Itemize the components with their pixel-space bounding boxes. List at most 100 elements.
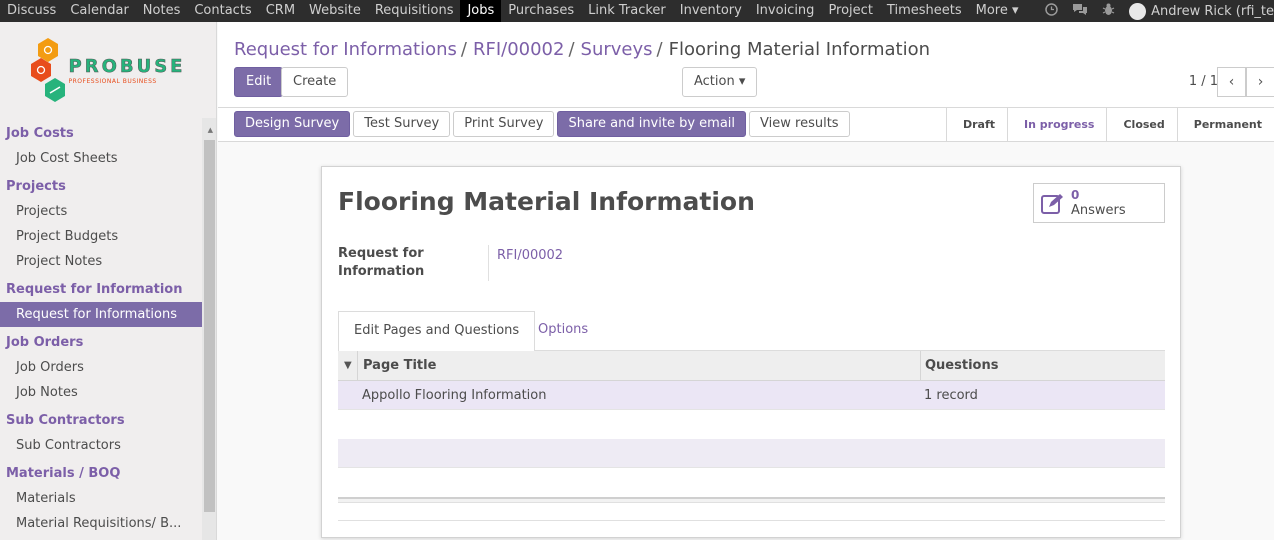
form-sheet: Flooring Material Information 0 Answers … xyxy=(321,166,1181,538)
user-name: Andrew Rick (rfi_te xyxy=(1151,3,1274,19)
breadcrumb-separator: / xyxy=(460,39,467,60)
stage-closed[interactable]: Closed xyxy=(1106,108,1176,141)
sidebar-section-projects: Projects xyxy=(6,179,66,194)
menu-purchases[interactable]: Purchases xyxy=(501,0,581,22)
menu-contacts[interactable]: Contacts xyxy=(187,0,258,22)
pager-buttons: ‹ › xyxy=(1217,67,1274,97)
menu-notes[interactable]: Notes xyxy=(136,0,188,22)
user-menu[interactable]: Andrew Rick (rfi_te xyxy=(1129,2,1274,20)
menu-invoicing[interactable]: Invoicing xyxy=(749,0,822,22)
survey-actions: Design Survey Test Survey Print Survey S… xyxy=(234,111,850,137)
breadcrumb-separator: / xyxy=(656,39,663,60)
column-header-page-title[interactable]: Page Title xyxy=(363,351,436,380)
tab-edit-pages-questions[interactable]: Edit Pages and Questions xyxy=(338,311,536,352)
caret-down-icon: ▼ xyxy=(344,360,352,371)
sidebar-section-sub-contractors: Sub Contractors xyxy=(6,413,125,428)
menu-jobs[interactable]: Jobs xyxy=(460,0,502,22)
survey-title: Flooring Material Information xyxy=(338,187,755,216)
menu-timesheets[interactable]: Timesheets xyxy=(880,0,969,22)
menu-more-label: More xyxy=(975,3,1008,18)
chat-icon[interactable] xyxy=(1072,3,1088,19)
stage-bar: Draft In progress Closed Permanent xyxy=(945,108,1274,141)
clock-icon[interactable] xyxy=(1045,3,1058,19)
breadcrumb-rfi-record[interactable]: RFI/00002 xyxy=(473,39,565,60)
table-row-empty xyxy=(338,439,1165,468)
stage-in-progress[interactable]: In progress xyxy=(1007,108,1106,141)
sidebar-item-request-for-informations[interactable]: Request for Informations xyxy=(0,302,202,327)
chevron-down-icon: ▾ xyxy=(1012,3,1019,18)
menu-crm[interactable]: CRM xyxy=(259,0,302,22)
rfi-field-value[interactable]: RFI/00002 xyxy=(497,248,563,263)
sidebar-item-projects[interactable]: Projects xyxy=(0,199,216,224)
menu-more[interactable]: More ▾ xyxy=(969,0,1026,22)
sidebar-section-materials-boq: Materials / BOQ xyxy=(6,466,121,481)
menu-calendar[interactable]: Calendar xyxy=(63,0,135,22)
sidebar-section-job-orders: Job Orders xyxy=(6,335,84,350)
sidebar: PROBUSE PROFESSIONAL BUSINESS Job Costs … xyxy=(0,22,217,540)
edit-button[interactable]: Edit xyxy=(234,67,284,97)
menu-website[interactable]: Website xyxy=(302,0,368,22)
avatar xyxy=(1129,2,1147,20)
rfi-field-label: Request for Information xyxy=(338,246,425,279)
answers-stat-button[interactable]: 0 Answers xyxy=(1033,183,1165,223)
sidebar-item-material-requisitions[interactable]: Material Requisitions/ B... xyxy=(0,511,216,536)
answers-label: Answers xyxy=(1071,203,1126,218)
design-survey-button[interactable]: Design Survey xyxy=(234,111,351,137)
column-header-questions[interactable]: Questions xyxy=(925,351,998,380)
sidebar-item-sub-contractors[interactable]: Sub Contractors xyxy=(0,433,216,458)
chevron-down-icon: ▾ xyxy=(738,74,746,89)
stage-draft[interactable]: Draft xyxy=(945,108,1007,141)
table-end-line xyxy=(338,520,1165,521)
sidebar-item-project-budgets[interactable]: Project Budgets xyxy=(0,224,216,249)
pages-table: ▼ Page Title Questions Appollo Flooring … xyxy=(338,351,1165,521)
breadcrumb-surveys[interactable]: Surveys xyxy=(581,39,653,60)
logo-mark-icon xyxy=(30,38,65,102)
company-logo: PROBUSE PROFESSIONAL BUSINESS xyxy=(0,22,216,118)
table-header: ▼ Page Title Questions xyxy=(338,351,1165,381)
answers-count: 0 xyxy=(1071,188,1080,202)
breadcrumb-current: Flooring Material Information xyxy=(668,39,931,60)
stage-permanent[interactable]: Permanent xyxy=(1176,108,1274,141)
edit-icon xyxy=(1041,193,1065,215)
action-dropdown[interactable]: Action ▾ xyxy=(682,67,758,97)
top-navbar: Discuss Calendar Notes Contacts CRM Webs… xyxy=(0,0,1274,22)
bug-icon[interactable] xyxy=(1102,3,1115,19)
pager-value: 1 / 1 xyxy=(1188,74,1218,89)
cell-page-title: Appollo Flooring Information xyxy=(362,388,547,403)
breadcrumb: Request for Informations / RFI/00002/Surve… xyxy=(234,39,930,60)
breadcrumb-separator: / xyxy=(568,39,575,60)
notebook-tabs: Edit Pages and Questions Options xyxy=(338,311,1165,352)
control-panel: Request for Informations / RFI/00002/Surve… xyxy=(218,22,1274,108)
systray: Andrew Rick (rfi_te xyxy=(1045,0,1274,22)
menu-project[interactable]: Project xyxy=(821,0,879,22)
scroll-up-arrow-icon[interactable]: ▲ xyxy=(208,126,213,134)
sidebar-item-project-notes[interactable]: Project Notes xyxy=(0,249,216,274)
tab-options[interactable]: Options xyxy=(523,311,603,351)
print-survey-button[interactable]: Print Survey xyxy=(453,111,555,137)
table-row[interactable]: Appollo Flooring Information 1 record xyxy=(338,381,1165,410)
view-results-button[interactable]: View results xyxy=(749,111,850,137)
menu-requisitions[interactable]: Requisitions xyxy=(368,0,461,22)
share-invite-button[interactable]: Share and invite by email xyxy=(557,111,747,137)
menu-link-tracker[interactable]: Link Tracker xyxy=(581,0,673,22)
sidebar-item-materials[interactable]: Materials xyxy=(0,486,216,511)
table-footer xyxy=(338,497,1165,503)
main-menu: Discuss Calendar Notes Contacts CRM Webs… xyxy=(0,0,1026,22)
form-statusbar: Design Survey Test Survey Print Survey S… xyxy=(218,108,1274,142)
sidebar-scrollbar[interactable] xyxy=(204,140,215,512)
menu-discuss[interactable]: Discuss xyxy=(0,0,63,22)
test-survey-button[interactable]: Test Survey xyxy=(353,111,451,137)
sidebar-section-request-for-information: Request for Information xyxy=(6,282,183,297)
logo-text: PROBUSE PROFESSIONAL BUSINESS xyxy=(68,55,186,84)
breadcrumb-rfi-list[interactable]: Request for Informations xyxy=(234,39,457,60)
sidebar-section-job-costs: Job Costs xyxy=(6,126,74,141)
chevron-right-icon[interactable]: › xyxy=(1246,67,1274,97)
logo-name: PROBUSE xyxy=(68,55,186,77)
sidebar-item-job-orders[interactable]: Job Orders xyxy=(0,355,216,380)
action-label: Action xyxy=(694,74,735,89)
create-button[interactable]: Create xyxy=(281,67,349,97)
sidebar-item-job-cost-sheets[interactable]: Job Cost Sheets xyxy=(0,146,216,171)
menu-inventory[interactable]: Inventory xyxy=(673,0,749,22)
sidebar-item-job-notes[interactable]: Job Notes xyxy=(0,380,216,405)
chevron-left-icon[interactable]: ‹ xyxy=(1217,67,1246,97)
